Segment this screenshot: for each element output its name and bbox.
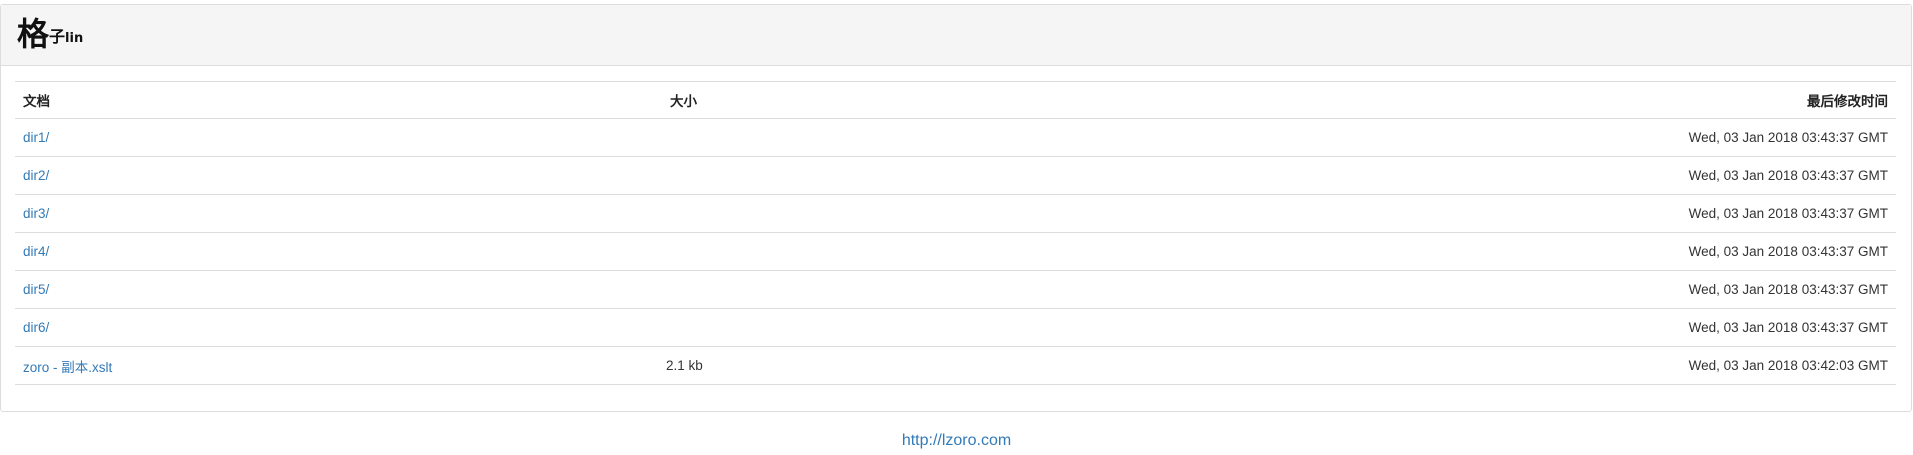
- file-modified-cell: Wed, 03 Jan 2018 03:43:37 GMT: [1258, 194, 1896, 233]
- site-logo: 格 子lin: [17, 15, 83, 53]
- logo-sub: 子lin: [49, 26, 83, 50]
- column-header-modified[interactable]: 最后修改时间: [1258, 81, 1896, 119]
- table-header-row: 文档 大小 最后修改时间: [15, 81, 1896, 119]
- file-size-cell: [647, 232, 1258, 271]
- table-row: zoro - 副本.xslt 2.1 kb Wed, 03 Jan 2018 0…: [15, 346, 1896, 385]
- file-size-cell: [647, 194, 1258, 233]
- file-name-cell: dir6/: [15, 308, 647, 347]
- file-link[interactable]: dir1/: [23, 130, 49, 145]
- listing-panel: 格 子lin 文档 大小 最后修改时间 dir1/ Wed, 03 Jan 20…: [0, 4, 1912, 412]
- file-name-cell: dir2/: [15, 156, 647, 195]
- column-header-name[interactable]: 文档: [15, 81, 647, 119]
- file-size-cell: [647, 308, 1258, 347]
- footer-site-link[interactable]: http://lzoro.com: [902, 432, 1011, 449]
- file-table: 文档 大小 最后修改时间 dir1/ Wed, 03 Jan 2018 03:4…: [15, 81, 1896, 385]
- file-table-wrap: 文档 大小 最后修改时间 dir1/ Wed, 03 Jan 2018 03:4…: [15, 81, 1896, 385]
- table-row: dir6/ Wed, 03 Jan 2018 03:43:37 GMT: [15, 308, 1896, 347]
- table-row: dir3/ Wed, 03 Jan 2018 03:43:37 GMT: [15, 194, 1896, 233]
- logo-sub-glyph: 子: [49, 27, 66, 46]
- panel-header: 格 子lin: [1, 5, 1911, 66]
- file-size-cell: [647, 118, 1258, 157]
- table-row: dir5/ Wed, 03 Jan 2018 03:43:37 GMT: [15, 270, 1896, 309]
- column-header-size[interactable]: 大小: [647, 81, 1258, 119]
- file-modified-cell: Wed, 03 Jan 2018 03:43:37 GMT: [1258, 118, 1896, 157]
- table-row: dir2/ Wed, 03 Jan 2018 03:43:37 GMT: [15, 156, 1896, 195]
- file-modified-cell: Wed, 03 Jan 2018 03:43:37 GMT: [1258, 308, 1896, 347]
- file-name-cell: dir3/: [15, 194, 647, 233]
- file-link[interactable]: dir2/: [23, 168, 49, 183]
- file-name-cell: dir1/: [15, 118, 647, 157]
- file-link[interactable]: zoro - 副本.xslt: [23, 360, 112, 375]
- page-footer: http://lzoro.com: [0, 432, 1913, 450]
- file-name-cell: zoro - 副本.xslt: [15, 346, 647, 385]
- table-row: dir1/ Wed, 03 Jan 2018 03:43:37 GMT: [15, 118, 1896, 157]
- file-modified-cell: Wed, 03 Jan 2018 03:42:03 GMT: [1258, 346, 1896, 385]
- file-modified-cell: Wed, 03 Jan 2018 03:43:37 GMT: [1258, 232, 1896, 271]
- file-size-cell: 2.1 kb: [647, 346, 1258, 385]
- file-link[interactable]: dir6/: [23, 320, 49, 335]
- table-row: dir4/ Wed, 03 Jan 2018 03:43:37 GMT: [15, 232, 1896, 271]
- file-modified-cell: Wed, 03 Jan 2018 03:43:37 GMT: [1258, 156, 1896, 195]
- file-link[interactable]: dir5/: [23, 282, 49, 297]
- file-link[interactable]: dir4/: [23, 244, 49, 259]
- file-size-cell: [647, 156, 1258, 195]
- logo-main-glyph: 格: [17, 15, 49, 53]
- file-size-cell: [647, 270, 1258, 309]
- file-modified-cell: Wed, 03 Jan 2018 03:43:37 GMT: [1258, 270, 1896, 309]
- file-name-cell: dir4/: [15, 232, 647, 271]
- logo-sub-text: lin: [65, 31, 84, 46]
- file-name-cell: dir5/: [15, 270, 647, 309]
- file-link[interactable]: dir3/: [23, 206, 49, 221]
